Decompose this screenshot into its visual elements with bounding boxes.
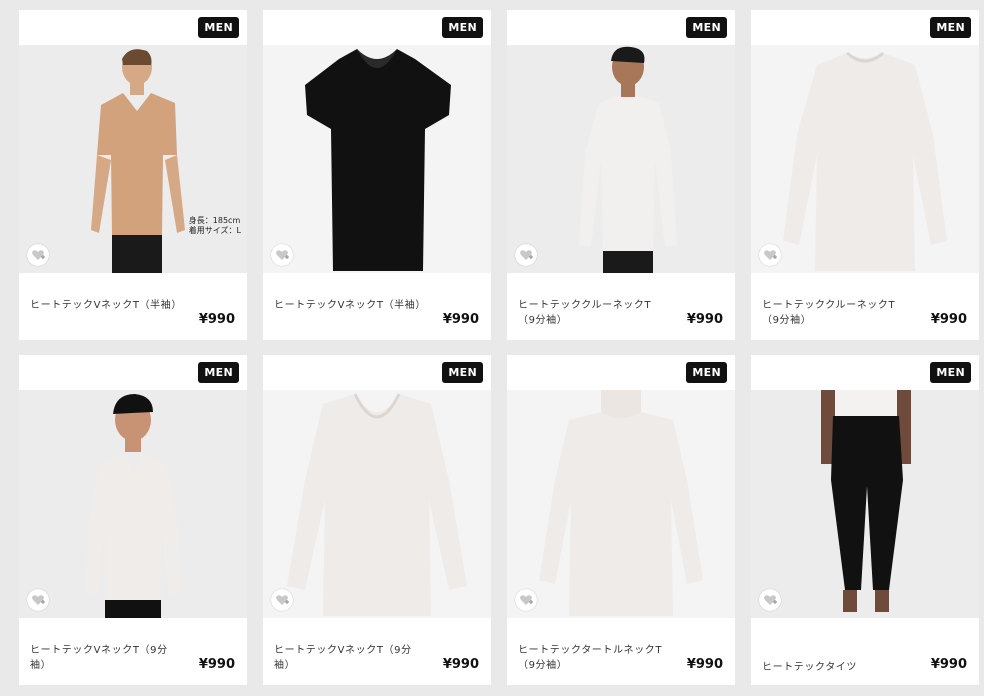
product-card[interactable]: MEN ヒートテッククルーネックT（9分袖） ¥990 bbox=[751, 10, 979, 340]
product-name[interactable]: ヒートテックVネックT（9分袖） bbox=[30, 643, 180, 673]
product-card[interactable]: MEN ヒートテックタートルネックT（9分袖） ¥990 bbox=[507, 355, 735, 685]
heart-plus-icon[interactable] bbox=[27, 244, 49, 266]
product-name[interactable]: ヒートテックVネックT（半袖） bbox=[30, 298, 181, 313]
product-image[interactable] bbox=[507, 390, 735, 618]
product-price: ¥990 bbox=[198, 657, 235, 672]
product-card[interactable]: MEN ヒートテックタイツ ¥990 bbox=[751, 355, 979, 685]
product-name[interactable]: ヒートテックVネックT（9分袖） bbox=[274, 643, 424, 673]
men-badge: MEN bbox=[686, 362, 727, 383]
heart-plus-icon[interactable] bbox=[515, 589, 537, 611]
product-image[interactable] bbox=[751, 390, 979, 618]
product-price: ¥990 bbox=[442, 657, 479, 672]
product-image[interactable] bbox=[263, 390, 491, 618]
men-badge: MEN bbox=[930, 362, 971, 383]
heart-plus-icon[interactable] bbox=[759, 589, 781, 611]
product-name[interactable]: ヒートテックVネックT（半袖） bbox=[274, 298, 425, 313]
product-name[interactable]: ヒートテッククルーネックT（9分袖） bbox=[518, 298, 668, 328]
heart-plus-icon[interactable] bbox=[271, 589, 293, 611]
product-card[interactable]: MEN ヒートテックVネックT（9分袖） ¥990 bbox=[263, 355, 491, 685]
product-name[interactable]: ヒートテックタイツ bbox=[762, 660, 912, 675]
product-price: ¥990 bbox=[686, 312, 723, 327]
product-grid: MEN 身長：185cm 着用サイズ：L ヒートテックVネックT（半袖） ¥99… bbox=[0, 0, 984, 696]
product-price: ¥990 bbox=[442, 312, 479, 327]
product-image[interactable] bbox=[263, 45, 491, 273]
product-card[interactable]: MEN ヒートテックVネックT（半袖） ¥990 bbox=[263, 10, 491, 340]
product-price: ¥990 bbox=[198, 312, 235, 327]
men-badge: MEN bbox=[930, 17, 971, 38]
product-card[interactable]: MEN ヒートテックVネックT（9分袖） ¥990 bbox=[19, 355, 247, 685]
heart-plus-icon[interactable] bbox=[515, 244, 537, 266]
men-badge: MEN bbox=[442, 17, 483, 38]
product-image[interactable] bbox=[751, 45, 979, 273]
men-badge: MEN bbox=[198, 17, 239, 38]
men-badge: MEN bbox=[198, 362, 239, 383]
heart-plus-icon[interactable] bbox=[759, 244, 781, 266]
men-badge: MEN bbox=[686, 17, 727, 38]
product-name[interactable]: ヒートテックタートルネックT（9分袖） bbox=[518, 643, 668, 673]
product-name[interactable]: ヒートテッククルーネックT（9分袖） bbox=[762, 298, 912, 328]
product-price: ¥990 bbox=[930, 312, 967, 327]
product-image[interactable] bbox=[19, 390, 247, 618]
product-price: ¥990 bbox=[930, 657, 967, 672]
product-card[interactable]: MEN ヒートテッククルーネックT（9分袖） ¥990 bbox=[507, 10, 735, 340]
product-card[interactable]: MEN 身長：185cm 着用サイズ：L ヒートテックVネックT（半袖） ¥99… bbox=[19, 10, 247, 340]
heart-plus-icon[interactable] bbox=[27, 589, 49, 611]
men-badge: MEN bbox=[442, 362, 483, 383]
product-image[interactable] bbox=[507, 45, 735, 273]
heart-plus-icon[interactable] bbox=[271, 244, 293, 266]
model-size-note: 身長：185cm 着用サイズ：L bbox=[188, 216, 241, 235]
product-price: ¥990 bbox=[686, 657, 723, 672]
product-image[interactable] bbox=[19, 45, 247, 273]
